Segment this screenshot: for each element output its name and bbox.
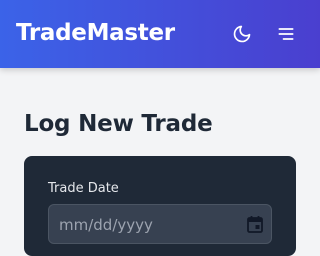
trade-form-card: Trade Date mm/dd/yyyy: [24, 156, 296, 256]
theme-toggle-button[interactable]: [230, 22, 254, 46]
trade-date-input[interactable]: mm/dd/yyyy: [48, 204, 272, 244]
calendar-icon[interactable]: [247, 215, 263, 233]
page-title: Log New Trade: [24, 111, 213, 137]
menu-button[interactable]: [274, 22, 298, 46]
trade-date-placeholder: mm/dd/yyyy: [59, 216, 153, 234]
app-header: TradeMaster: [0, 0, 320, 68]
moon-icon: [233, 25, 251, 43]
hamburger-menu-icon: [278, 28, 294, 40]
app-brand[interactable]: TradeMaster: [16, 18, 175, 48]
trade-date-label: Trade Date: [48, 181, 119, 196]
